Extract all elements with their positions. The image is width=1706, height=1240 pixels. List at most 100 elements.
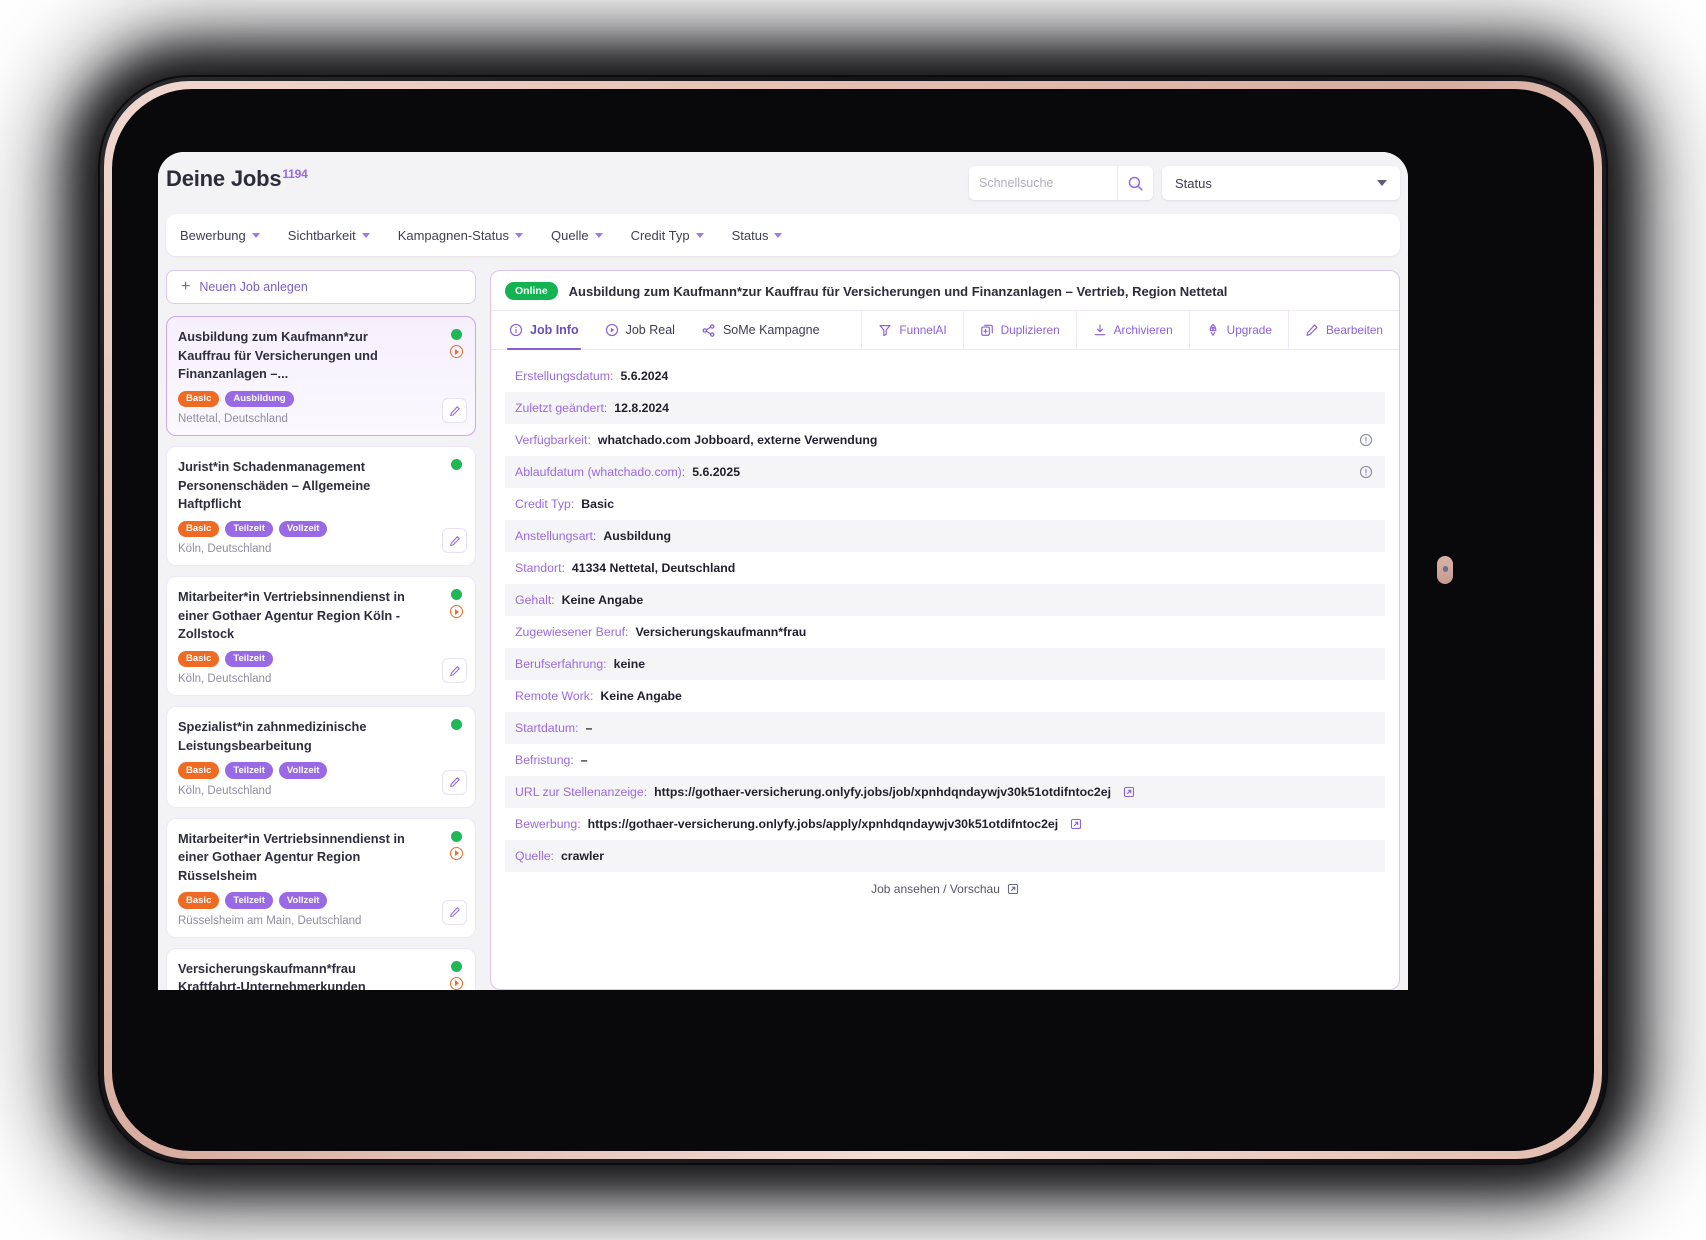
job-online-indicator <box>451 961 462 972</box>
filter-label: Status <box>732 228 769 243</box>
job-field-row: Zuletzt geändert:12.8.2024 <box>505 392 1385 424</box>
external-link-icon[interactable] <box>1123 786 1135 798</box>
job-card-badges: BasicAusbildung <box>178 391 421 407</box>
job-detail-column: Online Ausbildung zum Kaufmann*zur Kauff… <box>490 270 1400 990</box>
job-field-row: Anstellungsart:Ausbildung <box>505 520 1385 552</box>
tabstrip-spacer <box>838 311 863 349</box>
job-field-value[interactable]: https://gothaer-versicherung.onlyfy.jobs… <box>654 785 1111 799</box>
job-field-label: Quelle: <box>515 849 554 863</box>
job-card-badges: BasicTeilzeitVollzeit <box>178 762 421 778</box>
job-card[interactable]: Jurist*in Schadenmanagement Personenschä… <box>166 446 476 566</box>
action-label: Upgrade <box>1227 323 1272 337</box>
job-badge: Teilzeit <box>225 521 273 537</box>
job-field-value: 41334 Nettetal, Deutschland <box>572 561 735 575</box>
job-badge: Vollzeit <box>279 892 328 908</box>
pencil-icon <box>449 405 461 417</box>
job-field-value: Versicherungskaufmann*frau <box>635 625 806 639</box>
external-link-icon[interactable] <box>1070 818 1082 830</box>
filter-sichtbarkeit[interactable]: Sichtbarkeit <box>288 228 370 243</box>
job-field-value[interactable]: https://gothaer-versicherung.onlyfy.jobs… <box>588 817 1059 831</box>
action-funnelai[interactable]: FunnelAI <box>862 311 963 349</box>
job-card-edit-button[interactable] <box>442 658 467 683</box>
job-field-row: URL zur Stellenanzeige:https://gothaer-v… <box>505 776 1385 808</box>
job-field-value: 5.6.2024 <box>620 369 668 383</box>
tablet-screen: Deine Jobs1194 Status Bewerbung <box>158 152 1408 990</box>
filter-bar: Bewerbung Sichtbarkeit Kampagnen-Status … <box>166 214 1400 256</box>
job-card-title: Mitarbeiter*in Vertriebsinnendienst in e… <box>178 830 421 886</box>
job-count-superscript: 1194 <box>282 167 307 181</box>
job-field-label: Befristung: <box>515 753 574 767</box>
job-card[interactable]: Spezialist*in zahnmedizinische Leistungs… <box>166 706 476 807</box>
preview-label: Job ansehen / Vorschau <box>871 882 1000 896</box>
job-card[interactable]: Versicherungskaufmann*frau Kraftfahrt-Un… <box>166 948 476 990</box>
info-icon[interactable] <box>1359 433 1373 447</box>
search-button[interactable] <box>1117 166 1153 200</box>
job-card[interactable]: Mitarbeiter*in Vertriebsinnendienst in e… <box>166 576 476 696</box>
job-field-value: whatchado.com Jobboard, externe Verwendu… <box>598 433 877 447</box>
filter-quelle[interactable]: Quelle <box>551 228 603 243</box>
job-card-title: Spezialist*in zahnmedizinische Leistungs… <box>178 718 421 755</box>
job-field-row: Ablaufdatum (whatchado.com):5.6.2025 <box>505 456 1385 488</box>
job-online-indicator <box>451 831 462 842</box>
action-label: Archivieren <box>1114 323 1173 337</box>
tab-job-info[interactable]: Job Info <box>509 311 579 349</box>
job-card-edit-button[interactable] <box>442 528 467 553</box>
page-title-text: Deine Jobs <box>166 166 281 191</box>
job-badge: Teilzeit <box>225 651 273 667</box>
job-badge: Basic <box>178 892 219 908</box>
page-title: Deine Jobs1194 <box>166 166 308 192</box>
new-job-button[interactable]: + Neuen Job anlegen <box>166 270 476 304</box>
pencil-icon <box>1305 323 1319 337</box>
job-card-badges: BasicTeilzeitVollzeit <box>178 521 421 537</box>
job-field-row: Credit Typ:Basic <box>505 488 1385 520</box>
job-field-row: Gehalt:Keine Angabe <box>505 584 1385 616</box>
search-input[interactable] <box>969 166 1117 200</box>
job-card-location: Rüsselsheim am Main, Deutschland <box>178 915 421 927</box>
job-card-location: Köln, Deutschland <box>178 785 421 797</box>
job-online-indicator <box>451 719 462 730</box>
job-field-value: 5.6.2025 <box>692 465 740 479</box>
job-video-icon <box>450 345 463 358</box>
job-card-title: Jurist*in Schadenmanagement Personenschä… <box>178 458 421 514</box>
job-video-icon <box>450 605 463 618</box>
job-preview-link[interactable]: Job ansehen / Vorschau <box>491 872 1399 906</box>
action-archivieren[interactable]: Archivieren <box>1077 311 1190 349</box>
job-detail-panel: Online Ausbildung zum Kaufmann*zur Kauff… <box>490 270 1400 990</box>
filter-bewerbung[interactable]: Bewerbung <box>180 228 260 243</box>
job-field-value: Basic <box>581 497 614 511</box>
job-field-row: Startdatum:– <box>505 712 1385 744</box>
job-detail-title: Ausbildung zum Kaufmann*zur Kauffrau für… <box>569 284 1228 299</box>
filter-kampagnen-status[interactable]: Kampagnen-Status <box>398 228 523 243</box>
job-badge: Vollzeit <box>279 521 328 537</box>
job-card[interactable]: Ausbildung zum Kaufmann*zur Kauffrau für… <box>166 316 476 436</box>
tab-job-real[interactable]: Job Real <box>605 311 675 349</box>
job-field-row: Remote Work:Keine Angabe <box>505 680 1385 712</box>
action-bearbeiten[interactable]: Bearbeiten <box>1289 311 1399 349</box>
info-icon[interactable] <box>1359 465 1373 479</box>
pencil-icon <box>449 665 461 677</box>
chevron-down-icon <box>774 233 782 238</box>
job-field-row: Bewerbung:https://gothaer-versicherung.o… <box>505 808 1385 840</box>
tab-and-action-strip: Job Info Job Real <box>491 310 1399 350</box>
job-card-edit-button[interactable] <box>442 900 467 925</box>
action-duplizieren[interactable]: Duplizieren <box>964 311 1077 349</box>
plus-icon: + <box>181 279 190 295</box>
job-video-icon <box>450 977 463 990</box>
status-filter-select[interactable]: Status <box>1162 166 1400 200</box>
job-card-edit-button[interactable] <box>442 398 467 423</box>
archive-download-icon <box>1093 323 1107 337</box>
job-field-value: 12.8.2024 <box>614 401 669 415</box>
job-card-edit-button[interactable] <box>442 770 467 795</box>
filter-status[interactable]: Status <box>732 228 783 243</box>
job-field-value: crawler <box>561 849 604 863</box>
job-field-row: Quelle: crawler <box>505 840 1385 872</box>
job-online-indicator <box>451 459 462 470</box>
action-upgrade[interactable]: Upgrade <box>1190 311 1289 349</box>
tab-some-kampagne[interactable]: SoMe Kampagne <box>701 311 820 349</box>
share-icon <box>701 323 716 338</box>
job-card[interactable]: Mitarbeiter*in Vertriebsinnendienst in e… <box>166 818 476 938</box>
job-field-value: keine <box>614 657 645 671</box>
job-field-row: Zugewiesener Beruf:Versicherungskaufmann… <box>505 616 1385 648</box>
filter-credit-typ[interactable]: Credit Typ <box>631 228 704 243</box>
power-button-indicator <box>1443 566 1448 572</box>
